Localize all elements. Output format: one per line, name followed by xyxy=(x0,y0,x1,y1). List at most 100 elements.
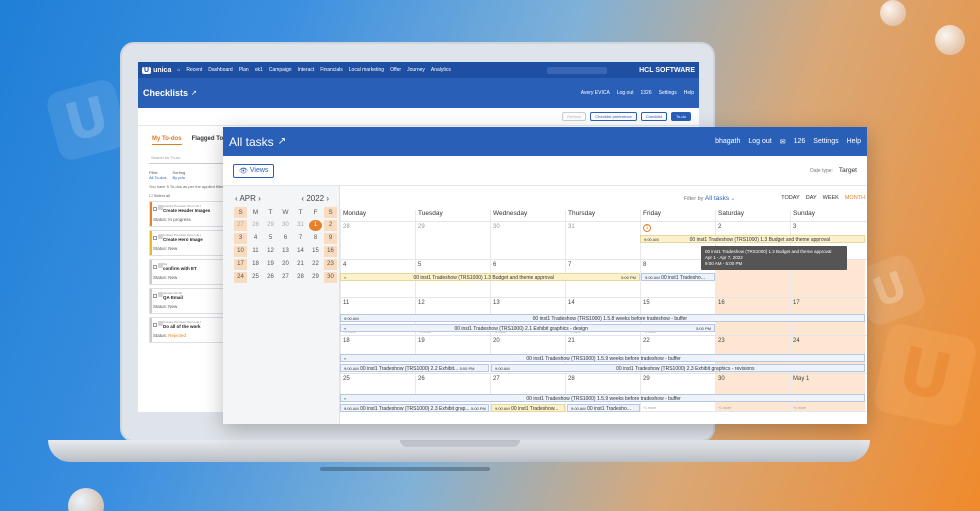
help-link[interactable]: Help xyxy=(847,138,861,145)
mini-day[interactable]: 28 xyxy=(249,220,262,231)
user-name[interactable]: bhagath xyxy=(715,138,740,145)
nav-item[interactable]: Campaign xyxy=(269,67,292,73)
refresh-button[interactable]: Refresh xyxy=(562,112,587,121)
logout-link[interactable]: Log out xyxy=(748,138,771,145)
nav-item[interactable]: Journey xyxy=(407,67,425,73)
filter-select[interactable]: All To-dos xyxy=(149,175,167,180)
view-day[interactable]: DAY xyxy=(806,195,817,201)
mini-day[interactable]: 12 xyxy=(264,246,277,257)
day-cell[interactable]: 29 +1 more xyxy=(640,374,715,411)
help-link[interactable]: Help xyxy=(684,90,694,96)
mini-day[interactable]: 13 xyxy=(279,246,292,257)
todo-card[interactable]: Unicare Premium Term Life I Create Header… xyxy=(149,201,229,227)
external-link-icon[interactable]: ↗ xyxy=(278,136,286,147)
mini-day[interactable]: 31 xyxy=(294,220,307,231)
mini-day[interactable]: 1 xyxy=(309,220,322,231)
mini-day[interactable]: 6 xyxy=(279,233,292,244)
view-week[interactable]: WEEK xyxy=(823,195,839,201)
more-link[interactable]: +1 more xyxy=(718,406,731,410)
mini-day[interactable]: 2 xyxy=(324,220,337,231)
mini-day[interactable]: 30 xyxy=(324,272,337,283)
mini-day[interactable]: 11 xyxy=(249,246,262,257)
mini-day[interactable]: 22 xyxy=(309,259,322,270)
mini-day[interactable]: 27 xyxy=(234,220,247,231)
day-cell[interactable]: 30 xyxy=(490,222,565,259)
user-name[interactable]: Avery EVICA xyxy=(581,90,610,96)
mail-icon[interactable]: ✉ xyxy=(780,138,786,146)
nav-item[interactable]: Recent xyxy=(186,67,202,73)
day-cell[interactable]: 29 xyxy=(415,222,490,259)
calendar-event[interactable]: «00 inst1 Tradeshow (TRS1000) 2.1 Exhibi… xyxy=(340,324,715,332)
calendar-event[interactable]: 9:00 AM 00 inst1 Tradeshow (TRS1000) 1.3 … xyxy=(640,235,865,243)
views-button[interactable]: 👁 Views xyxy=(233,163,275,178)
day-cell[interactable]: 28 xyxy=(340,222,415,259)
calendar-event[interactable]: «00 inst1 Tradeshow (TRS1000) 1.5.9 week… xyxy=(340,354,865,362)
calendar-event[interactable]: 9:00 AM 00 inst1 Tradeshow (TRS1000) 1.5.… xyxy=(340,314,865,322)
checklist-preference-button[interactable]: Checklist preference xyxy=(590,112,637,121)
mini-day[interactable]: 5 xyxy=(264,233,277,244)
nav-item[interactable]: Offer xyxy=(390,67,401,73)
day-cell[interactable]: 31 xyxy=(565,222,640,259)
mini-day[interactable]: 3 xyxy=(234,233,247,244)
todo-checkbox[interactable] xyxy=(153,265,157,269)
logout-link[interactable]: Log out xyxy=(617,90,634,96)
mail-count[interactable]: 1326 xyxy=(641,90,652,96)
calendar-event[interactable]: 9:00 AM 00 inst1 Tradesho... xyxy=(641,273,715,281)
nav-item[interactable]: Interact xyxy=(298,67,315,73)
tab-my-todos[interactable]: My To-dos xyxy=(152,136,182,145)
mini-day[interactable]: 10 xyxy=(234,246,247,257)
external-link-icon[interactable]: ↗ xyxy=(191,89,197,97)
calendar-event[interactable]: 9:00 AM 00 inst1 Tradeshow... xyxy=(491,404,565,412)
nav-item[interactable]: Plan xyxy=(239,67,249,73)
mini-day[interactable]: 26 xyxy=(264,272,277,283)
mini-day[interactable]: 15 xyxy=(309,246,322,257)
nav-item[interactable]: ok1 xyxy=(255,67,263,73)
view-month[interactable]: MONTH xyxy=(845,195,865,201)
todo-checkbox[interactable] xyxy=(153,207,157,211)
calendar-event[interactable]: 9:00 AM 00 inst1 Tradesho... xyxy=(567,404,640,412)
global-search-input[interactable] xyxy=(546,66,607,74)
mini-day[interactable]: 20 xyxy=(279,259,292,270)
todo-search-input[interactable]: Search for To-do xyxy=(149,152,229,164)
calendar-event[interactable]: «00 inst1 Tradeshow (TRS1000) 1.5.9 week… xyxy=(340,394,865,402)
mini-day[interactable]: 24 xyxy=(234,272,247,283)
select-all-checkbox[interactable]: ☐ Select all xyxy=(149,193,229,198)
mini-day[interactable]: 14 xyxy=(294,246,307,257)
mail-count[interactable]: 126 xyxy=(794,138,806,145)
nav-item[interactable]: Dashboard xyxy=(208,67,232,73)
nav-item[interactable]: Analytics xyxy=(431,67,451,73)
unica-logo[interactable]: Uunica xyxy=(142,66,171,74)
filter-control[interactable]: Filter by All tasks ⌄ xyxy=(684,195,735,202)
settings-link[interactable]: Settings xyxy=(659,90,677,96)
mini-day[interactable]: 17 xyxy=(234,259,247,270)
nav-item[interactable]: Financials xyxy=(320,67,343,73)
sort-select[interactable]: By prio xyxy=(173,175,186,180)
mini-day[interactable]: 9 xyxy=(324,233,337,244)
todo-checkbox[interactable] xyxy=(153,294,157,298)
todo-button[interactable]: To-do xyxy=(670,112,691,121)
mini-day[interactable]: 19 xyxy=(264,259,277,270)
calendar-event[interactable]: 9:00 AM 00 inst1 Tradeshow (TRS1000) 2.2… xyxy=(340,364,489,372)
mini-year-nav[interactable]: ‹ 2022 › xyxy=(301,194,329,203)
checklist-button[interactable]: Checklist xyxy=(640,112,667,121)
mini-day[interactable]: 28 xyxy=(294,272,307,283)
mini-day[interactable]: 23 xyxy=(324,259,337,270)
settings-link[interactable]: Settings xyxy=(813,138,838,145)
mini-month-nav[interactable]: ‹ APR › xyxy=(235,194,261,203)
todo-card[interactable]: January Email QA Email Status: New xyxy=(149,288,229,314)
mini-day[interactable]: 4 xyxy=(249,233,262,244)
mini-day[interactable]: 21 xyxy=(294,259,307,270)
nav-item[interactable]: Local marketing xyxy=(349,67,384,73)
todo-card[interactable]: Unicare Premium Term Life I Do all of the… xyxy=(149,317,229,343)
view-today[interactable]: TODAY xyxy=(781,195,799,201)
date-type-select[interactable]: Target xyxy=(839,167,857,174)
home-icon[interactable]: ⌂ xyxy=(177,67,180,73)
todo-checkbox[interactable] xyxy=(153,323,157,327)
calendar-event[interactable]: 9:00 AM 00 inst1 Tradeshow (TRS1000) 2.3 … xyxy=(491,364,865,372)
more-link[interactable]: +1 more xyxy=(643,406,656,410)
mini-day[interactable]: 29 xyxy=(309,272,322,283)
todo-card[interactable]: NA confirm with ET Status: New xyxy=(149,259,229,285)
calendar-event[interactable]: «00 inst1 Tradeshow (TRS1000) 1.3 Budget… xyxy=(340,273,640,281)
mini-day[interactable]: 8 xyxy=(309,233,322,244)
day-cell[interactable]: May 1 +1 more xyxy=(790,374,865,411)
